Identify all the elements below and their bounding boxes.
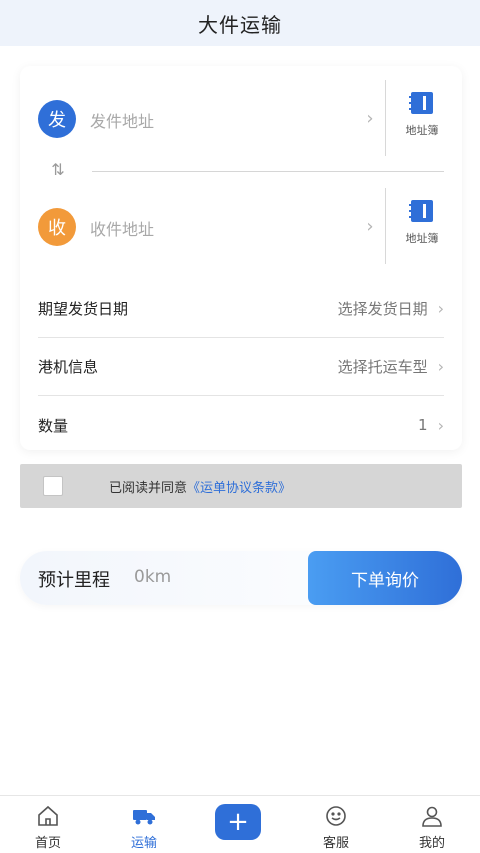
customer-service-icon [326, 806, 346, 826]
machine-info-label: 港机信息 [38, 358, 99, 376]
machine-info-row[interactable]: 港机信息 选择托运车型 › [38, 338, 444, 396]
receiver-address-book-button[interactable]: 地址簿 [392, 198, 452, 258]
truck-icon [133, 810, 155, 825]
estimate-value: 0km [134, 567, 172, 587]
machine-info-value: 选择托运车型 [337, 358, 428, 376]
receiver-address-placeholder[interactable]: 收件地址 [90, 216, 154, 240]
quantity-row[interactable]: 数量 1 › [38, 396, 444, 454]
tab-label: 客服 [322, 836, 349, 851]
ship-date-value: 选择发货日期 [337, 300, 428, 318]
agreement-link[interactable]: 《运单协议条款》 [187, 477, 291, 496]
agreement-checkbox[interactable] [43, 476, 63, 496]
estimate-bar: 预计里程 0km 下单询价 [20, 551, 462, 605]
receiver-badge: 收 [38, 208, 76, 246]
sender-address-book-button[interactable]: 地址簿 [392, 90, 452, 150]
quantity-label: 数量 [38, 416, 69, 435]
address-book-label: 地址簿 [405, 232, 439, 245]
sender-address-placeholder[interactable]: 发件地址 [90, 108, 154, 132]
tab-home[interactable]: 首页 [8, 796, 88, 853]
quantity-value: 1 [418, 416, 428, 434]
address-book-label: 地址簿 [405, 124, 439, 137]
user-icon [422, 806, 442, 827]
tab-label: 运输 [130, 836, 157, 851]
shipping-form-card: 发 发件地址 › 地址簿 ⇅ 收 收件地址 › 地址簿 期望发货日期 选择发货日… [20, 66, 462, 450]
home-icon [38, 805, 58, 826]
chevron-right-icon: › [437, 299, 444, 318]
ship-date-label: 期望发货日期 [38, 300, 129, 318]
top-header: 大件运输 [0, 0, 480, 46]
agreement-bar: 已阅读并同意 《运单协议条款》 [20, 464, 462, 508]
address-book-icon [409, 200, 433, 222]
chevron-right-icon: › [437, 415, 444, 435]
divider [385, 188, 386, 264]
plus-icon[interactable]: + [215, 804, 261, 840]
swap-arrows-icon[interactable]: ⇅ [44, 160, 72, 182]
place-order-button[interactable]: 下单询价 [308, 551, 462, 605]
estimate-label: 预计里程 [38, 570, 110, 591]
address-book-icon [409, 92, 433, 114]
tab-customer-service[interactable]: 客服 [296, 796, 376, 853]
sender-address-row[interactable]: 发 发件地址 › 地址簿 [20, 76, 462, 164]
chevron-right-icon: › [366, 215, 374, 237]
tab-label: 我的 [418, 836, 445, 851]
chevron-right-icon: › [366, 107, 374, 129]
tab-me[interactable]: 我的 [392, 796, 472, 853]
receiver-address-row[interactable]: 收 收件地址 › 地址簿 [20, 184, 462, 272]
tab-transport[interactable]: 运输 [104, 796, 184, 853]
address-divider [92, 171, 444, 172]
agreement-text: 已阅读并同意 [109, 480, 188, 496]
sender-badge: 发 [38, 100, 76, 138]
page-title: 大件运输 [198, 12, 282, 37]
divider [385, 80, 386, 156]
tab-label: 首页 [34, 836, 61, 851]
ship-date-row[interactable]: 期望发货日期 选择发货日期 › [38, 280, 444, 338]
chevron-right-icon: › [437, 357, 444, 376]
